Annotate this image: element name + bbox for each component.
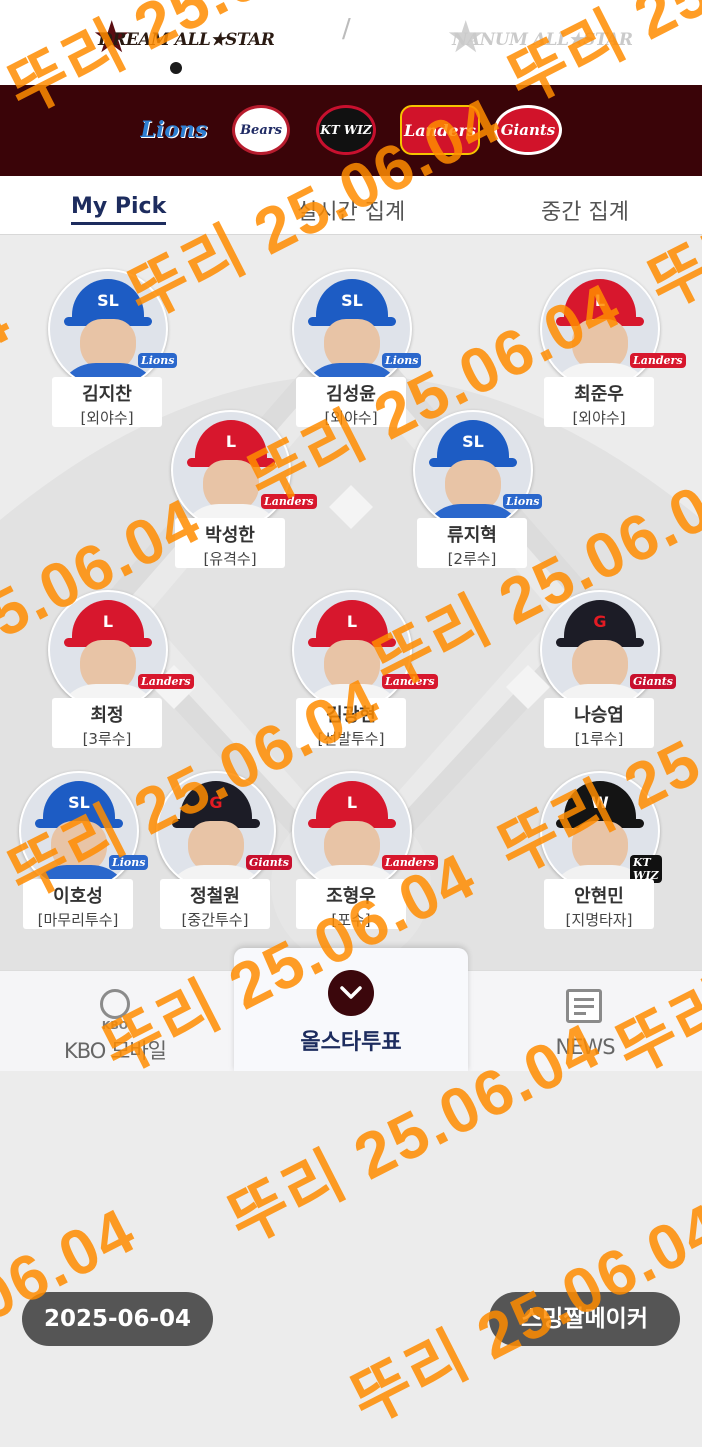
league-divider: /	[342, 14, 351, 44]
player-card[interactable]: L Landers 최준우 [외야수]	[540, 269, 686, 429]
newspaper-icon	[566, 989, 602, 1023]
player-card[interactable]: SL Lions 김지찬 [외야수]	[48, 269, 178, 429]
player-photo: SL	[19, 771, 139, 891]
date-badge: 2025-06-04	[22, 1292, 213, 1346]
team-badge: Lions	[503, 494, 543, 509]
lions-logo[interactable]: Lions	[138, 105, 210, 155]
nanum-allstar-logo[interactable]: ★ NANUM ALL★STAR	[446, 8, 633, 68]
tab-bar: My Pick 실시간 집계 중간 집계	[0, 176, 702, 235]
player-photo: G	[540, 590, 660, 710]
player-name-card: 김지찬 [외야수]	[52, 377, 162, 427]
team-badge: Landers	[382, 855, 438, 870]
player-card[interactable]: SL Lions 류지혁 [2루수]	[413, 410, 543, 570]
player-card[interactable]: SL Lions 이호성 [마무리투수]	[19, 771, 149, 931]
player-photo: L	[48, 590, 168, 710]
team-badge: Lions	[109, 855, 149, 870]
player-name-card: 박성한 [유격수]	[175, 518, 285, 568]
team-badge: Landers	[261, 494, 317, 509]
player-card[interactable]: G Giants 나승엽 [1루수]	[540, 590, 676, 750]
dream-allstar-logo[interactable]: ★ DREAM ALL★STAR	[92, 8, 275, 68]
team-badge: Lions	[138, 353, 178, 368]
player-photo: SL	[413, 410, 533, 530]
selected-league-indicator	[170, 62, 182, 74]
player-photo: L	[292, 590, 412, 710]
tab-interim[interactable]: 중간 집계	[541, 194, 629, 226]
player-name-card: 최준우 [외야수]	[544, 377, 654, 427]
maker-button[interactable]: 스밍짤메이커	[489, 1292, 680, 1346]
chevron-down-icon[interactable]	[328, 970, 374, 1016]
team-badge: Landers	[630, 353, 686, 368]
nav-news[interactable]: NEWS	[520, 971, 650, 1071]
player-card[interactable]: G Giants 정철원 [중간투수]	[156, 771, 292, 931]
team-logo-bar: Lions Bears KT WIZ Landers Giants	[0, 85, 702, 176]
player-photo: SL	[48, 269, 168, 389]
player-card[interactable]: W KT WIZ 안현민 [지명타자]	[540, 771, 662, 931]
player-card[interactable]: SL Lions 김성윤 [외야수]	[292, 269, 422, 429]
player-card[interactable]: L Landers 김광현 [선발투수]	[292, 590, 438, 750]
player-name-card: 류지혁 [2루수]	[417, 518, 527, 568]
player-photo: SL	[292, 269, 412, 389]
player-photo: L	[171, 410, 291, 530]
kbo-icon	[100, 989, 130, 1019]
player-name-card: 안현민 [지명타자]	[544, 879, 654, 929]
player-name-card: 김광현 [선발투수]	[296, 698, 406, 748]
player-card[interactable]: L Landers 조형우 [포수]	[292, 771, 438, 931]
player-name-card: 나승엽 [1루수]	[544, 698, 654, 748]
tab-my-pick[interactable]: My Pick	[71, 194, 167, 225]
ktwiz-logo[interactable]: KT WIZ	[316, 105, 376, 155]
tab-realtime[interactable]: 실시간 집계	[297, 194, 405, 226]
player-name-card: 이호성 [마무리투수]	[23, 879, 133, 929]
team-badge: Lions	[382, 353, 422, 368]
player-name-card: 정철원 [중간투수]	[160, 879, 270, 929]
team-badge: Landers	[138, 674, 194, 689]
player-card[interactable]: L Landers 박성한 [유격수]	[171, 410, 317, 570]
player-name-card: 조형우 [포수]	[296, 879, 406, 929]
giants-logo[interactable]: Giants	[494, 105, 562, 155]
league-header: ★ DREAM ALL★STAR / ★ NANUM ALL★STAR	[0, 0, 702, 85]
player-name-card: 최정 [3루수]	[52, 698, 162, 748]
player-photo: L	[292, 771, 412, 891]
player-photo: G	[156, 771, 276, 891]
bears-logo[interactable]: Bears	[232, 105, 290, 155]
nav-allstar-vote[interactable]: 올스타투표	[234, 948, 468, 1072]
player-photo: L	[540, 269, 660, 389]
team-badge: Giants	[630, 674, 676, 689]
player-card[interactable]: L Landers 최정 [3루수]	[48, 590, 194, 750]
team-badge: Landers	[382, 674, 438, 689]
landers-logo[interactable]: Landers	[400, 105, 480, 155]
player-name-card: 김성윤 [외야수]	[296, 377, 406, 427]
nav-kbo-mobile[interactable]: KBO KBO 모바일	[40, 971, 190, 1071]
team-badge: Giants	[246, 855, 292, 870]
